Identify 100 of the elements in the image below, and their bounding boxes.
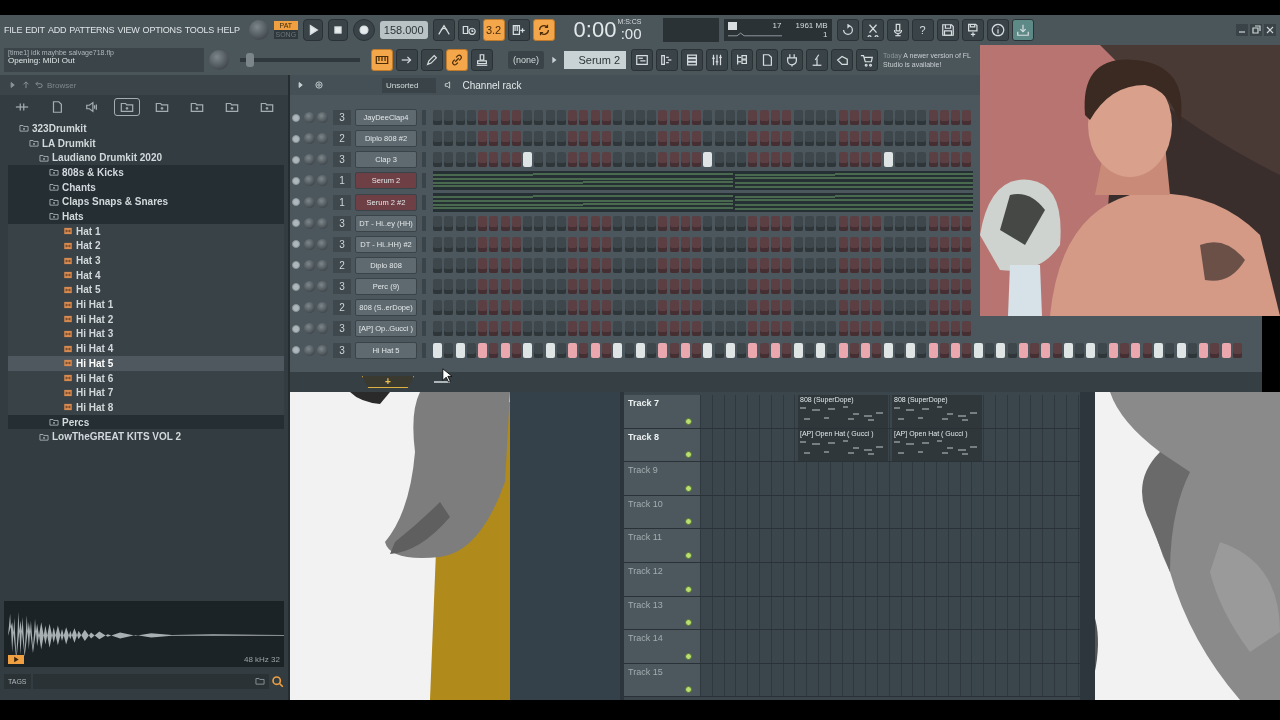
browser-tab[interactable] [113, 98, 140, 116]
pan-knob[interactable] [304, 196, 315, 208]
undo-icon[interactable] [34, 80, 44, 90]
toolbar-button[interactable] [781, 49, 803, 71]
volume-knob[interactable] [317, 217, 328, 229]
toolbar-button[interactable] [856, 49, 878, 71]
toolbar-button[interactable] [396, 49, 418, 71]
pan-knob[interactable] [304, 323, 315, 335]
pan-knob[interactable] [304, 238, 315, 250]
browser-item[interactable]: Laudiano Drumkit 2020 [8, 150, 284, 166]
track-mute-switch[interactable] [685, 686, 692, 694]
minimize-icon[interactable] [1236, 24, 1248, 36]
volume-knob[interactable] [317, 238, 328, 250]
track-mute-switch[interactable] [685, 451, 692, 459]
menu-item[interactable]: FILE [4, 25, 23, 35]
mixer-track-field[interactable]: 3 [333, 215, 351, 231]
browser-item[interactable]: LA Drumkit [8, 135, 284, 151]
browser-item[interactable]: Hi Hat 1 [8, 297, 284, 312]
pan-knob[interactable] [304, 133, 315, 145]
browser-item[interactable]: 323Drumkit [8, 121, 284, 136]
browser-item[interactable]: Hi Hat 5 [8, 356, 284, 371]
track-mute-switch[interactable] [685, 484, 692, 492]
pattern-dropdown[interactable]: (none) [508, 51, 544, 69]
note-preview[interactable] [433, 192, 973, 212]
mixer-track-field[interactable]: 1 [333, 194, 351, 210]
toolbar-button[interactable] [886, 19, 909, 41]
pan-knob[interactable] [304, 175, 315, 187]
volume-knob[interactable] [317, 196, 328, 208]
volume-knob[interactable] [317, 112, 328, 123]
track-mute-switch[interactable] [685, 417, 692, 425]
search-icon[interactable] [271, 674, 284, 688]
pan-knob[interactable] [304, 260, 315, 271]
arrow-icon[interactable] [8, 80, 18, 90]
pan-knob[interactable] [304, 281, 315, 293]
track-header[interactable]: Track 7 [624, 395, 700, 428]
play-button[interactable] [302, 19, 323, 41]
toolbar-button[interactable] [681, 49, 703, 71]
mixer-track-field[interactable]: 3 [333, 279, 351, 295]
volume-knob[interactable] [317, 323, 328, 335]
volume-knob[interactable] [317, 344, 328, 356]
track-mute-switch[interactable] [685, 585, 692, 593]
channel-switch[interactable] [292, 324, 300, 333]
menu-item[interactable]: TOOLS [184, 25, 215, 35]
menu-item[interactable]: EDIT [25, 25, 45, 35]
pan-knob[interactable] [304, 217, 315, 229]
browser-item[interactable]: Hats [8, 209, 284, 224]
toolbar-button[interactable] [371, 49, 393, 71]
restore-icon[interactable] [1250, 24, 1262, 36]
search-field[interactable] [32, 673, 269, 689]
toolbar-button[interactable] [756, 49, 778, 71]
track-header[interactable]: Track 8 [624, 428, 700, 462]
close-icon[interactable] [1264, 24, 1276, 36]
track-mute-switch[interactable] [685, 652, 692, 660]
menu-item[interactable]: PATTERNS [69, 25, 115, 35]
mixer-track-field[interactable]: 3 [333, 152, 351, 168]
channel-switch[interactable] [292, 176, 300, 185]
pattern-selector[interactable]: Serum 2 [564, 51, 626, 69]
volume-knob[interactable] [317, 281, 328, 293]
menu-item[interactable]: HELP [217, 25, 240, 35]
slider-thumb[interactable] [245, 53, 254, 67]
channel-switch[interactable] [292, 219, 300, 228]
volume-knob[interactable] [317, 175, 328, 187]
volume-knob[interactable] [317, 260, 328, 271]
volume-knob[interactable] [317, 302, 328, 314]
channel-switch[interactable] [292, 346, 300, 355]
arrow-icon[interactable] [296, 80, 306, 90]
channel-switch[interactable] [292, 303, 300, 312]
track-mute-switch[interactable] [685, 619, 692, 627]
menu-item[interactable]: VIEW [117, 25, 140, 35]
toolbar-button[interactable] [421, 49, 443, 71]
mixer-track-field[interactable]: 3 [333, 342, 351, 358]
toolbar-button[interactable]: ? [911, 19, 934, 41]
browser-item[interactable]: Claps Snaps & Snares [8, 194, 284, 210]
filter-dropdown[interactable]: Unsorted [382, 77, 437, 93]
channel-switch[interactable] [292, 198, 300, 207]
mixer-track-field[interactable]: 3 [333, 236, 351, 252]
track-mute-switch[interactable] [685, 551, 692, 559]
browser-item[interactable]: Hi Hat 8 [8, 400, 284, 415]
channel-switch[interactable] [292, 240, 300, 249]
mixer-track-field[interactable]: 2 [333, 258, 351, 273]
toolbar-button[interactable] [731, 49, 753, 71]
toolbar-button[interactable] [471, 49, 493, 71]
toolbar-button[interactable] [446, 49, 468, 71]
volume-knob[interactable] [317, 154, 328, 166]
pan-knob[interactable] [304, 302, 315, 314]
browser-item[interactable]: LowTheGREAT KITS VOL 2 [8, 429, 284, 445]
toolbar-button[interactable] [861, 19, 884, 41]
toolbar-button[interactable] [936, 19, 959, 41]
toolbar-button[interactable] [961, 19, 984, 41]
channel-switch[interactable] [292, 282, 300, 291]
toolbar-button[interactable] [806, 49, 828, 71]
track-mute-switch[interactable] [685, 518, 692, 526]
toolbar-button[interactable] [706, 49, 728, 71]
toolbar-button[interactable] [532, 19, 555, 41]
mixer-track-field[interactable]: 3 [333, 110, 351, 125]
mixer-track-field[interactable]: 2 [333, 131, 351, 147]
browser-item[interactable]: 808s & Kicks [8, 165, 284, 180]
record-button[interactable] [352, 19, 375, 41]
pan-knob[interactable] [304, 154, 315, 166]
tempo-field[interactable]: 158.000 [379, 21, 428, 39]
